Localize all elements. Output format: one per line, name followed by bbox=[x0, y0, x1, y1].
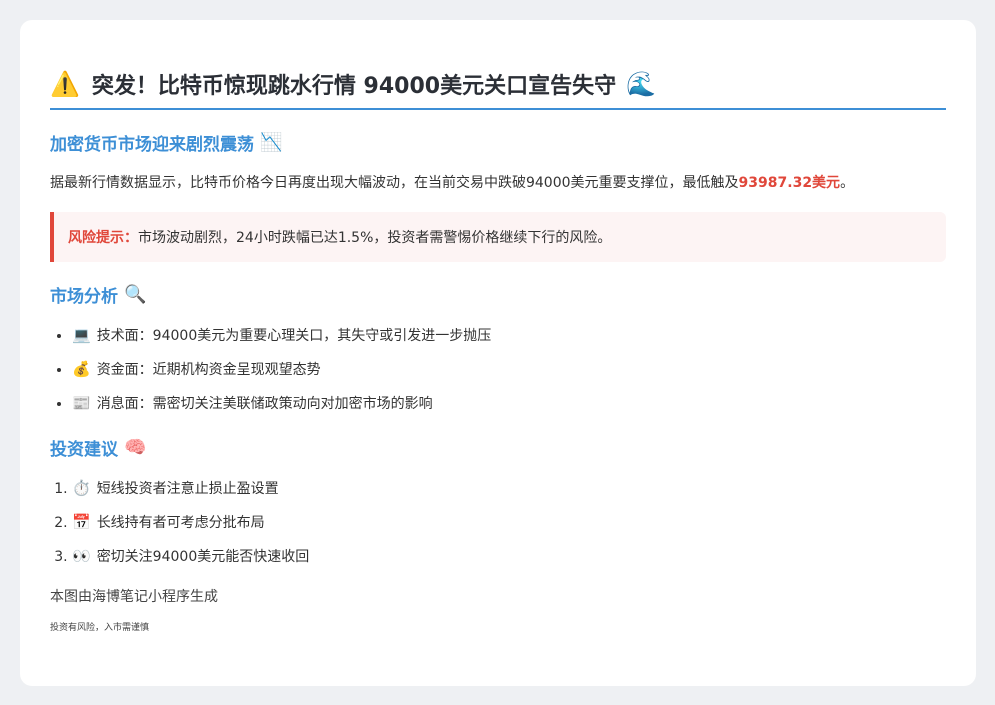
wave-icon: 🌊 bbox=[626, 70, 656, 98]
list-item: ⏱️ 短线投资者注意止损止盈设置 bbox=[72, 472, 946, 506]
advice-list: ⏱️ 短线投资者注意止损止盈设置 📅 长线持有者可考虑分批布局 👀 密切关注94000… bbox=[50, 472, 946, 574]
analysis-list: 💻 技术面：94000美元为重要心理关口，其失守或引发进一步抛压 💰 资金面：近期机… bbox=[50, 319, 946, 421]
page-title: ⚠️ 突发！比特币惊现跳水行情 94000美元关口宣告失守 🌊 bbox=[50, 68, 946, 110]
list-item: 👀 密切关注94000美元能否快速收回 bbox=[72, 540, 946, 574]
lowest-price: 93987.32美元 bbox=[738, 175, 841, 191]
risk-warning-label: 风险提示： bbox=[68, 230, 138, 246]
eyes-icon: 👀 bbox=[72, 547, 91, 565]
list-item: 📰 消息面：需密切关注美联储政策动向对加密市场的影响 bbox=[72, 387, 946, 421]
page-title-text: 突发！比特币惊现跳水行情 94000美元关口宣告失守 bbox=[91, 74, 617, 99]
footer-credit: 本图由海博笔记小程序生成 bbox=[50, 589, 218, 605]
risk-warning-text: 市场波动剧烈，24小时跌幅已达1.5%，投资者需警惕价格继续下行的风险。 bbox=[138, 230, 612, 246]
magnifier-icon: 🔍 bbox=[124, 284, 147, 305]
section-heading-advice: 投资建议 🧠 bbox=[50, 435, 946, 460]
newspaper-icon: 📰 bbox=[72, 394, 91, 412]
article-card: ⚠️ 突发！比特币惊现跳水行情 94000美元关口宣告失守 🌊 加密货币市场迎来… bbox=[20, 20, 976, 686]
list-item: 💻 技术面：94000美元为重要心理关口，其失守或引发进一步抛压 bbox=[72, 319, 946, 353]
list-item: 📅 长线持有者可考虑分批布局 bbox=[72, 506, 946, 540]
calendar-icon: 📅 bbox=[72, 513, 91, 531]
chart-down-icon: 📉 bbox=[260, 132, 283, 153]
list-item-text: 长线持有者可考虑分批布局 bbox=[96, 515, 265, 531]
intro-text: 据最新行情数据显示，比特币价格今日再度出现大幅波动，在当前交易中跌破94000美… bbox=[50, 175, 739, 191]
section-heading-analysis-text: 市场分析 bbox=[50, 287, 118, 307]
warning-icon: ⚠️ bbox=[50, 70, 80, 98]
section-heading-market: 加密货币市场迎来剧烈震荡 📉 bbox=[50, 130, 946, 155]
intro-paragraph: 据最新行情数据显示，比特币价格今日再度出现大幅波动，在当前交易中跌破94000美… bbox=[50, 172, 946, 192]
risk-warning-box: 风险提示： 市场波动剧烈，24小时跌幅已达1.5%，投资者需警惕价格继续下行的风… bbox=[50, 212, 946, 262]
section-heading-market-text: 加密货币市场迎来剧烈震荡 bbox=[50, 135, 254, 155]
list-item-text: 消息面：需密切关注美联储政策动向对加密市场的影响 bbox=[96, 396, 433, 412]
footer-disclaimer: 投资有风险，入市需谨慎 bbox=[50, 623, 150, 633]
laptop-icon: 💻 bbox=[72, 326, 91, 344]
section-heading-advice-text: 投资建议 bbox=[50, 440, 118, 460]
intro-end: 。 bbox=[840, 175, 855, 191]
brain-icon: 🧠 bbox=[124, 437, 147, 458]
list-item-text: 技术面：94000美元为重要心理关口，其失守或引发进一步抛压 bbox=[96, 328, 492, 344]
section-heading-analysis: 市场分析 🔍 bbox=[50, 282, 946, 307]
list-item-text: 短线投资者注意止损止盈设置 bbox=[96, 481, 279, 497]
stopwatch-icon: ⏱️ bbox=[72, 479, 91, 497]
list-item-text: 资金面：近期机构资金呈现观望态势 bbox=[96, 362, 321, 378]
list-item: 💰 资金面：近期机构资金呈现观望态势 bbox=[72, 353, 946, 387]
list-item-text: 密切关注94000美元能否快速收回 bbox=[96, 549, 310, 565]
money-bag-icon: 💰 bbox=[72, 360, 91, 378]
